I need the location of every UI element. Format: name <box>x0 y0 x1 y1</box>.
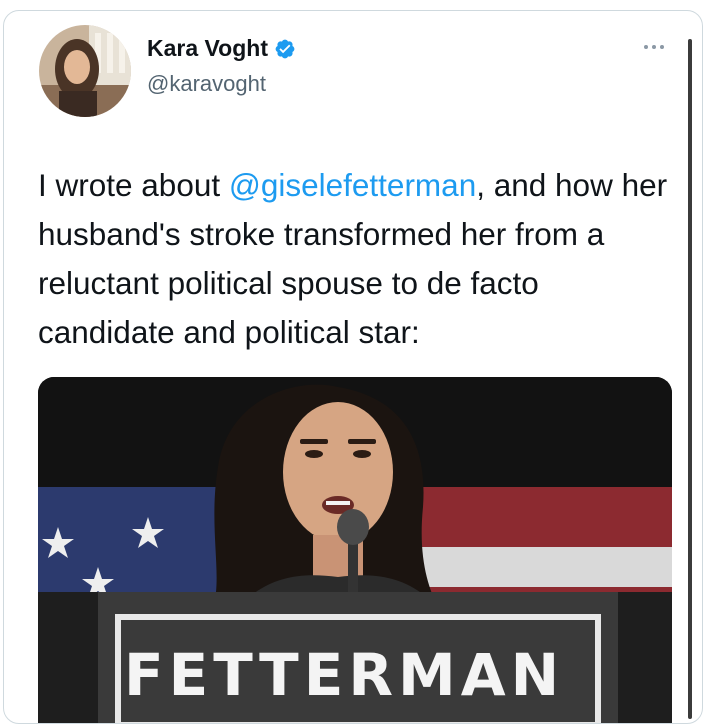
user-handle[interactable]: @karavoght <box>147 71 266 97</box>
scrollbar[interactable] <box>688 39 692 719</box>
verified-badge-icon <box>275 39 295 58</box>
display-name[interactable]: Kara Voght <box>147 35 268 62</box>
tweet-text-start: I wrote about <box>38 167 229 203</box>
mention-link[interactable]: @giselefetterman <box>229 167 476 203</box>
tweet-text: I wrote about @giselefetterman, and how … <box>38 161 678 357</box>
avatar[interactable] <box>39 25 131 117</box>
more-options-icon <box>644 45 648 49</box>
avatar-photo <box>39 25 131 117</box>
podium-sign-text: FETTERMAN <box>124 641 565 709</box>
more-options-button[interactable] <box>644 41 668 53</box>
tweet-card[interactable]: Kara Voght @karavoght I wrote about @gis… <box>3 10 703 724</box>
